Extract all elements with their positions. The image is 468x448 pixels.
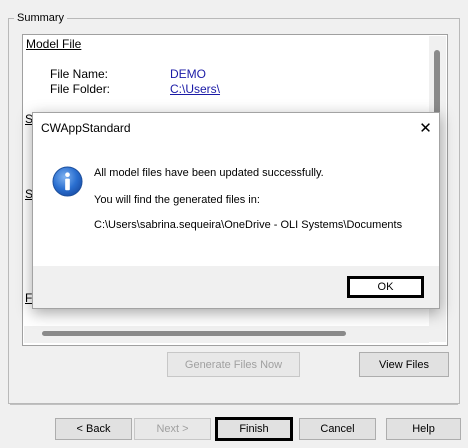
file-name-label: File Name: xyxy=(50,67,109,81)
horizontal-scrollbar-thumb[interactable] xyxy=(42,331,346,336)
model-file-heading: Model File xyxy=(26,37,82,51)
back-button[interactable]: < Back xyxy=(55,418,132,440)
dialog-title: CWAppStandard xyxy=(41,121,131,135)
file-name-value: DEMO xyxy=(170,67,206,81)
next-button[interactable]: Next > xyxy=(134,418,211,440)
ok-button[interactable]: OK xyxy=(347,276,424,298)
cancel-button[interactable]: Cancel xyxy=(299,418,376,440)
dialog-message-line: All model files have been updated succes… xyxy=(94,167,324,179)
file-folder-link[interactable]: C:\Users\ xyxy=(170,82,220,96)
generate-files-button[interactable]: Generate Files Now xyxy=(167,352,300,377)
dialog-message-path: C:\Users\sabrina.sequeira\OneDrive - OLI… xyxy=(94,219,403,231)
info-icon xyxy=(52,166,83,197)
dialog-message-line: You will find the generated files in: xyxy=(94,194,260,206)
view-files-button[interactable]: View Files xyxy=(359,352,449,377)
summary-group-label: Summary xyxy=(14,12,68,24)
footer-separator xyxy=(10,404,458,405)
file-folder-label: File Folder: xyxy=(50,82,111,96)
close-icon[interactable]: ✕ xyxy=(412,113,439,142)
finish-button[interactable]: Finish xyxy=(215,417,293,441)
help-button[interactable]: Help xyxy=(386,418,461,440)
